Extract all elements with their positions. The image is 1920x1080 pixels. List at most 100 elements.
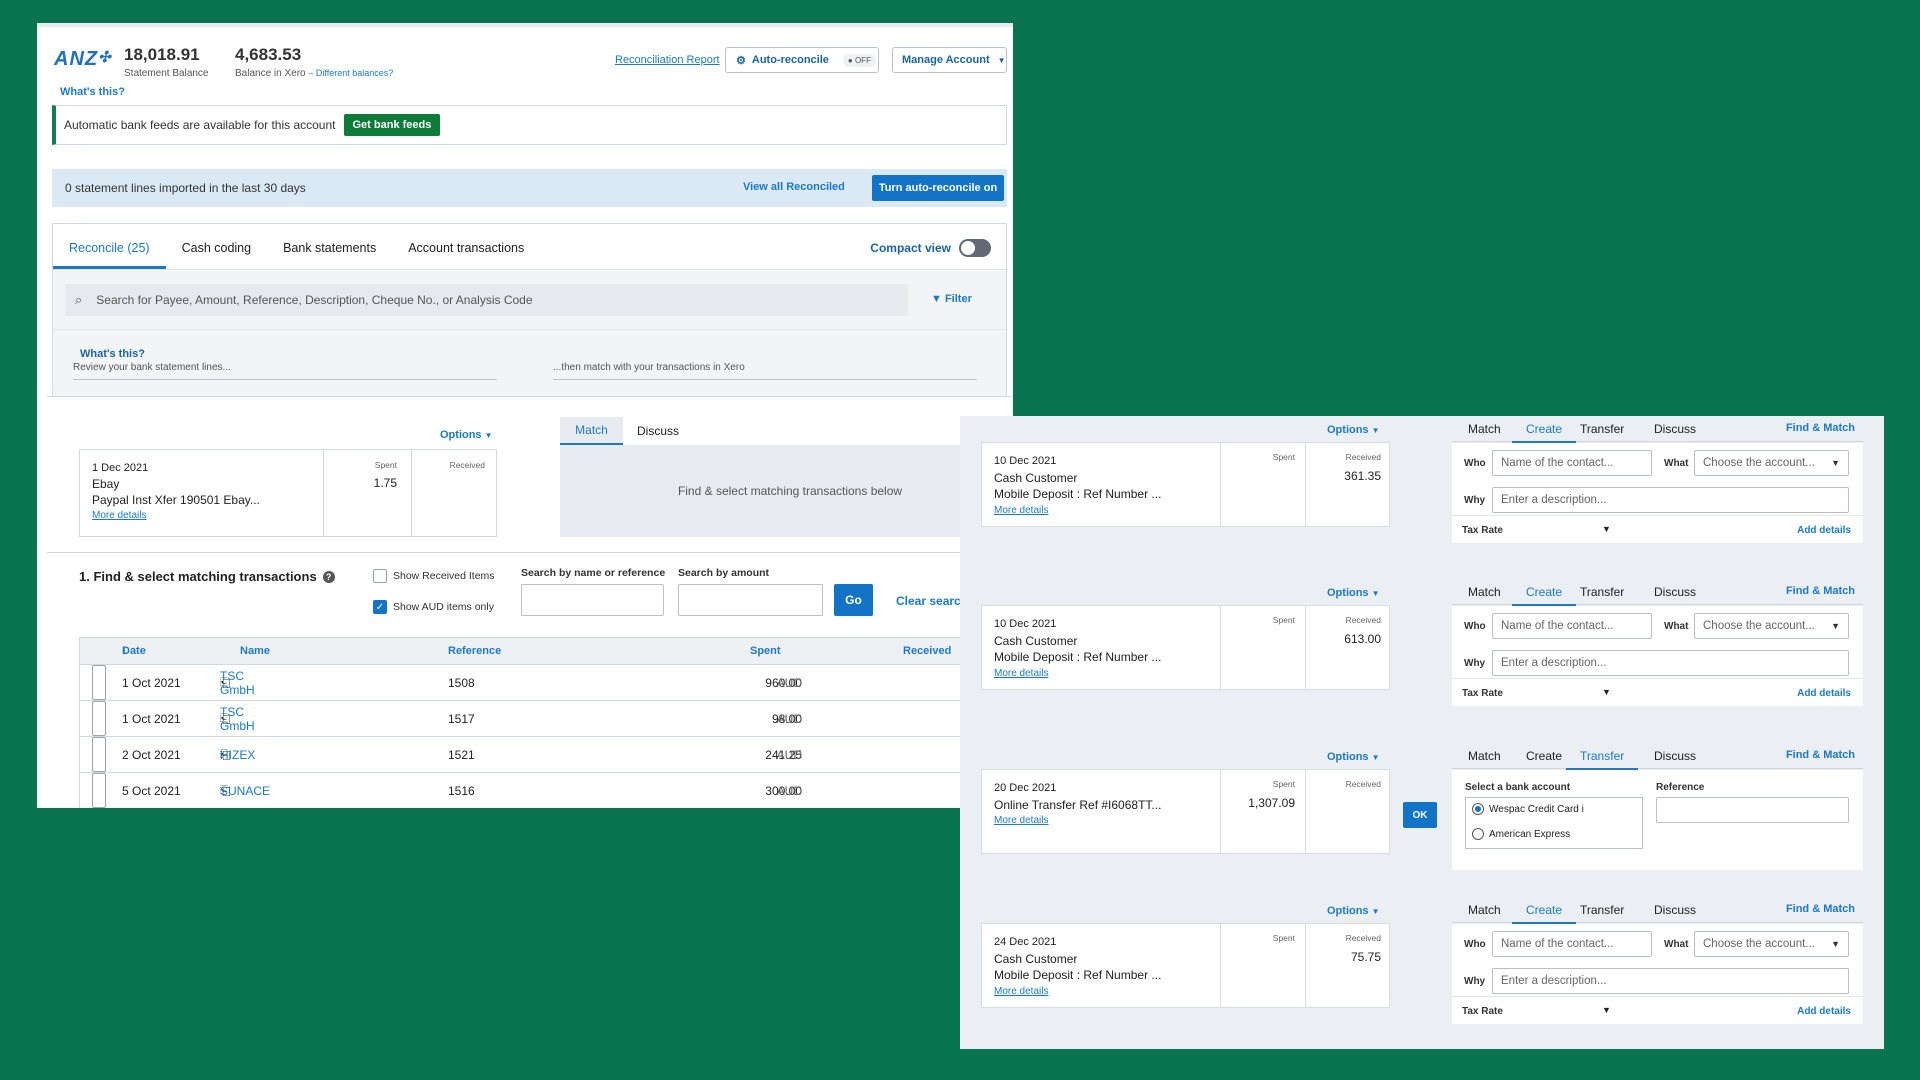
what-select[interactable]: Choose the account... ▼ xyxy=(1694,450,1849,476)
why-input[interactable]: Enter a description... xyxy=(1492,487,1849,513)
add-details-link[interactable]: Add details xyxy=(1797,688,1851,699)
help-icon[interactable]: ? xyxy=(322,570,335,583)
table-row[interactable]: 5 Oct 2021 ⎗ SUNACE 1516 300.00 AUD xyxy=(79,773,1013,808)
reference-input[interactable] xyxy=(1656,797,1849,823)
column-reference[interactable]: Reference xyxy=(448,638,501,664)
tax-rate-select[interactable]: Tax Rate xyxy=(1462,1006,1503,1017)
clear-search-link[interactable]: Clear search xyxy=(896,594,968,608)
show-received-checkbox[interactable]: Show Received Items xyxy=(373,569,495,583)
tab-discuss[interactable]: Discuss xyxy=(623,417,693,445)
tax-rate-select[interactable]: Tax Rate xyxy=(1462,688,1503,699)
options-label: Options xyxy=(1327,905,1369,917)
table-row[interactable]: 2 Oct 2021 ⎗ HIZEX 1521 241.25 AUD xyxy=(79,737,1013,773)
more-details-link[interactable]: More details xyxy=(92,508,260,524)
tab-transfer[interactable]: Transfer xyxy=(1580,422,1624,436)
filter-button[interactable]: ▼ Filter xyxy=(931,293,972,305)
column-spent[interactable]: Spent xyxy=(750,638,781,664)
row-name-link[interactable]: SUNACE xyxy=(220,773,270,808)
whats-this-link[interactable]: What's this? xyxy=(60,86,125,98)
more-details-link[interactable]: More details xyxy=(994,503,1161,520)
bank-account-option[interactable]: Wespac Credit Card i xyxy=(1472,803,1584,815)
column-received[interactable]: Received xyxy=(903,638,951,664)
tab-create[interactable]: Create xyxy=(1512,422,1577,443)
more-details-link[interactable]: More details xyxy=(994,984,1161,1001)
manage-account-button[interactable]: Manage Account ▼ xyxy=(892,47,1007,73)
tab-discuss[interactable]: Discuss xyxy=(1654,903,1696,917)
help-title[interactable]: What's this? xyxy=(80,348,145,360)
reconciliation-report-link[interactable]: Reconciliation Report xyxy=(615,54,720,66)
options-dropdown[interactable]: Options ▼ xyxy=(440,429,493,441)
more-details-link[interactable]: More details xyxy=(994,813,1161,830)
what-select[interactable]: Choose the account... ▼ xyxy=(1694,613,1849,639)
tab-match[interactable]: Match xyxy=(1468,749,1501,763)
tax-rate-select[interactable]: Tax Rate xyxy=(1462,525,1503,536)
why-input[interactable]: Enter a description... xyxy=(1492,650,1849,676)
tab-account-transactions[interactable]: Account transactions xyxy=(392,241,540,269)
anz-logo: ANZ✣ xyxy=(54,48,112,71)
tab-create[interactable]: Create xyxy=(1512,903,1577,924)
tab-bank-statements[interactable]: Bank statements xyxy=(267,241,392,269)
table-row[interactable]: 1 Oct 2021 ⎗ TSC GmbH 1508 960.00 AUD xyxy=(79,665,1013,701)
find-and-match-link[interactable]: Find & Match xyxy=(1786,749,1855,761)
row-name-link[interactable]: HIZEX xyxy=(220,737,255,772)
compact-view-toggle[interactable] xyxy=(959,239,991,257)
tab-discuss[interactable]: Discuss xyxy=(1654,749,1696,763)
row-checkbox[interactable] xyxy=(92,773,106,808)
more-details-link[interactable]: More details xyxy=(994,666,1161,683)
options-dropdown[interactable]: Options ▼ xyxy=(1327,424,1380,436)
find-and-match-link[interactable]: Find & Match xyxy=(1786,903,1855,915)
row-checkbox[interactable] xyxy=(92,665,106,700)
tab-create[interactable]: Create xyxy=(1512,585,1577,606)
row-name-link[interactable]: TSC GmbH xyxy=(220,665,255,700)
show-aud-checkbox[interactable]: ✓ Show AUD items only xyxy=(373,600,494,614)
row-checkbox[interactable] xyxy=(92,737,106,772)
find-and-match-link[interactable]: Find & Match xyxy=(1786,585,1855,597)
divider xyxy=(1220,770,1221,853)
tab-cash-coding[interactable]: Cash coding xyxy=(166,241,268,269)
search-icon: ⌕ xyxy=(75,292,83,307)
bank-feeds-banner: Automatic bank feeds are available for t… xyxy=(52,105,1007,145)
row-checkbox[interactable] xyxy=(92,701,106,736)
tab-create[interactable]: Create xyxy=(1526,749,1562,763)
tab-match[interactable]: Match xyxy=(560,417,623,445)
search-input[interactable]: ⌕ Search for Payee, Amount, Reference, D… xyxy=(65,284,908,316)
manage-account-label: Manage Account xyxy=(902,54,990,66)
get-bank-feeds-button[interactable]: Get bank feeds xyxy=(343,114,441,136)
ok-button[interactable]: OK xyxy=(1403,802,1437,828)
go-button[interactable]: Go xyxy=(834,584,873,616)
view-all-reconciled-link[interactable]: View all Reconciled xyxy=(743,181,845,193)
what-select[interactable]: Choose the account... ▼ xyxy=(1694,931,1849,957)
who-input[interactable]: Name of the contact... xyxy=(1492,931,1652,957)
column-name[interactable]: Name xyxy=(240,638,270,664)
options-dropdown[interactable]: Options ▼ xyxy=(1327,905,1380,917)
who-input[interactable]: Name of the contact... xyxy=(1492,613,1652,639)
different-balances-link[interactable]: – Different balances? xyxy=(308,68,393,78)
why-input[interactable]: Enter a description... xyxy=(1492,968,1849,994)
options-dropdown[interactable]: Options ▼ xyxy=(1327,587,1380,599)
tab-reconcile[interactable]: Reconcile (25) xyxy=(53,241,166,269)
who-input[interactable]: Name of the contact... xyxy=(1492,450,1652,476)
table-header: Date ↓ Name Reference Spent Received xyxy=(79,637,1013,665)
tab-match[interactable]: Match xyxy=(1468,585,1501,599)
add-details-link[interactable]: Add details xyxy=(1797,1006,1851,1017)
logo-text: ANZ xyxy=(54,48,99,70)
find-and-match-link[interactable]: Find & Match xyxy=(1786,422,1855,434)
bank-account-option[interactable]: American Express xyxy=(1472,828,1570,840)
tab-discuss[interactable]: Discuss xyxy=(1654,585,1696,599)
search-name-input[interactable] xyxy=(521,584,664,616)
auto-reconcile-button[interactable]: ⚙ Auto-reconcile ● OFF xyxy=(725,47,879,73)
tab-transfer[interactable]: Transfer xyxy=(1580,903,1624,917)
tab-transfer[interactable]: Transfer xyxy=(1580,585,1624,599)
turn-auto-reconcile-on-button[interactable]: Turn auto-reconcile on xyxy=(872,175,1004,201)
options-dropdown[interactable]: Options ▼ xyxy=(1327,751,1380,763)
line-action-tabs: Match Create Transfer Discuss Find & Mat… xyxy=(1452,743,1863,770)
row-name-link[interactable]: TSC GmbH xyxy=(220,701,255,736)
table-row[interactable]: 1 Oct 2021 ⎗ TSC GmbH 1517 98.00 AUD xyxy=(79,701,1013,737)
add-details-link[interactable]: Add details xyxy=(1797,525,1851,536)
search-amount-input[interactable] xyxy=(678,584,823,616)
column-date[interactable]: Date ↓ xyxy=(122,638,146,664)
tab-match[interactable]: Match xyxy=(1468,903,1501,917)
tab-match[interactable]: Match xyxy=(1468,422,1501,436)
tab-discuss[interactable]: Discuss xyxy=(1654,422,1696,436)
tab-transfer[interactable]: Transfer xyxy=(1566,749,1639,770)
